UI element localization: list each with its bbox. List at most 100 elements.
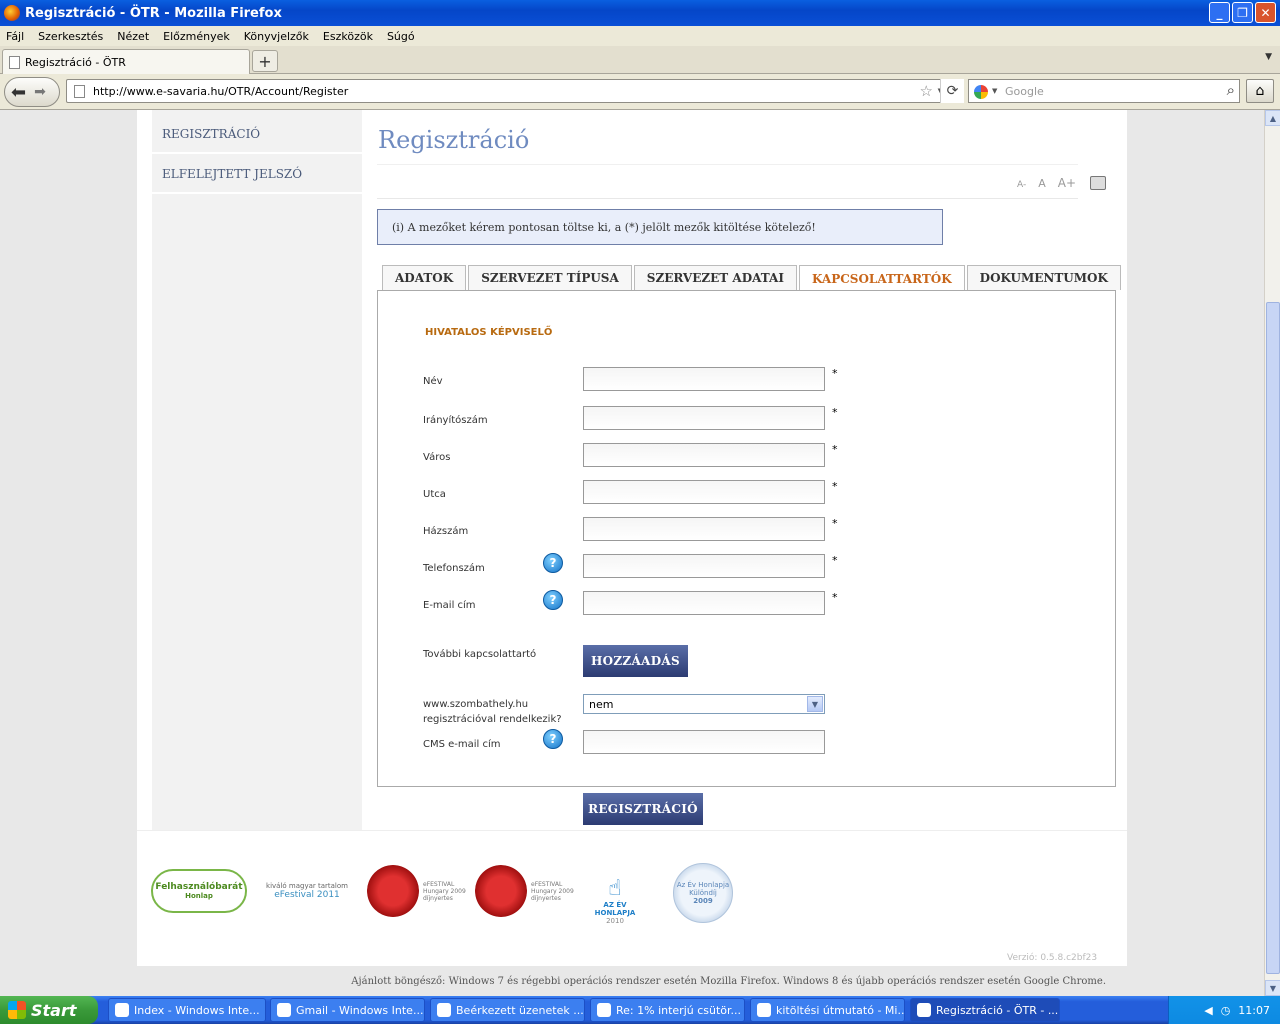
back-arrow-icon[interactable]: ⬅ [11, 82, 26, 103]
clock[interactable]: 11:07 [1238, 1004, 1270, 1017]
add-contact-button[interactable]: HOZZÁADÁS [583, 645, 688, 677]
menu-help[interactable]: Súgó [387, 30, 415, 43]
name-input[interactable] [583, 367, 825, 391]
scroll-down-icon[interactable]: ▼ [1265, 980, 1280, 996]
clock-icon[interactable]: ◷ [1221, 1004, 1231, 1017]
vertical-scrollbar[interactable]: ▲ ▼ [1264, 110, 1280, 996]
felhasznalobarat-text: Felhasználóbarát [155, 882, 243, 892]
url-text: http://www.e-savaria.hu/OTR/Account/Regi… [93, 84, 349, 98]
efestival-2009-seal-1[interactable] [367, 865, 419, 917]
hand-icon: ☝ [608, 876, 622, 901]
word-icon [757, 1003, 771, 1017]
page-icon [9, 55, 20, 69]
menu-view[interactable]: Nézet [117, 30, 149, 43]
bookmark-star-icon[interactable]: ☆ [920, 82, 933, 100]
search-input[interactable]: ▼ Google ⌕ [968, 79, 1240, 103]
szombathely-select[interactable]: nem ▼ [583, 694, 825, 714]
efestival-h3: díjnyertes [531, 894, 561, 902]
menu-edit[interactable]: Szerkesztés [38, 30, 103, 43]
city-input[interactable] [583, 443, 825, 467]
tab-szervezet-adatai[interactable]: SZERVEZET ADATAI [633, 265, 797, 290]
system-tray: ◀ ◷ 11:07 [1168, 996, 1280, 1024]
zip-label: Irányítószám [423, 415, 488, 426]
home-icon[interactable]: ⌂ [1246, 79, 1274, 103]
site-identity-icon[interactable] [74, 85, 85, 98]
task-inbox[interactable]: Beérkezett üzenetek ... [430, 998, 585, 1022]
phone-input[interactable] [583, 554, 825, 578]
required-mark: * [832, 443, 838, 456]
task-word-doc[interactable]: kitöltési útmutató - Mi... [750, 998, 905, 1022]
window-titlebar[interactable]: Regisztráció - ÖTR - Mozilla Firefox _ ❐… [0, 0, 1280, 26]
house-number-input[interactable] [583, 517, 825, 541]
phone-help-icon[interactable]: ? [543, 553, 563, 573]
url-bar[interactable]: http://www.e-savaria.hu/OTR/Account/Regi… [66, 79, 964, 103]
ie-icon [277, 1003, 291, 1017]
name-label: Név [423, 376, 443, 387]
scroll-thumb[interactable] [1266, 302, 1280, 974]
tab-szervezet-tipusa[interactable]: SZERVEZET TÍPUSA [468, 265, 632, 290]
sidebar-item-forgotten-password[interactable]: ELFELEJTETT JELSZÓ [152, 156, 362, 194]
email-help-icon[interactable]: ? [543, 590, 563, 610]
menu-tools[interactable]: Eszközök [323, 30, 373, 43]
tab-kapcsolattartok[interactable]: KAPCSOLATTARTÓK [798, 265, 965, 291]
contact-form: HIVATALOS KÉPVISELŐ Név * Irányítószám *… [377, 290, 1116, 787]
google-icon[interactable] [974, 85, 988, 99]
menu-history[interactable]: Előzmények [163, 30, 230, 43]
reload-icon[interactable]: ⟳ [940, 79, 964, 103]
task-re-interview[interactable]: Re: 1% interjú csütör... [590, 998, 745, 1022]
menu-bookmarks[interactable]: Könyvjelzők [244, 30, 309, 43]
firefox-icon [4, 5, 20, 21]
search-engine-dropdown-icon[interactable]: ▼ [992, 87, 997, 95]
scroll-up-icon[interactable]: ▲ [1265, 110, 1280, 126]
search-icon[interactable]: ⌕ [1227, 81, 1235, 99]
font-increase-button[interactable]: A+ [1058, 176, 1076, 190]
ev-honlapja-2009-logo[interactable]: Az Év Honlapja Különdíj 2009 [673, 863, 733, 923]
task-index-ie[interactable]: Index - Windows Inte... [108, 998, 266, 1022]
street-label: Utca [423, 489, 446, 500]
navigation-bar: ⬅ ➡ http://www.e-savaria.hu/OTR/Account/… [0, 74, 1280, 110]
section-title: HIVATALOS KÉPVISELŐ [425, 327, 553, 338]
close-button[interactable]: ✕ [1255, 2, 1276, 23]
efestival-2011-logo[interactable]: kiváló magyar tartalom eFestival 2011 [259, 871, 355, 911]
tray-arrow-icon[interactable]: ◀ [1204, 1004, 1212, 1017]
print-icon[interactable] [1090, 176, 1106, 190]
task-gmail-ie[interactable]: Gmail - Windows Inte... [270, 998, 425, 1022]
szombathely-label-2: regisztrációval rendelkezik? [423, 714, 562, 725]
task-firefox-active[interactable]: Regisztráció - ÖTR - ... [910, 998, 1060, 1022]
required-mark: * [832, 406, 838, 419]
tab-list-icon[interactable]: ▼ [1265, 52, 1272, 62]
szombathely-select-value: nem [589, 697, 614, 711]
back-forward-buttons[interactable]: ⬅ ➡ [4, 77, 60, 107]
efestival-h1: eFESTIVAL [423, 880, 455, 888]
efestival-2009-seal-2[interactable] [475, 865, 527, 917]
cms-email-input[interactable] [583, 730, 825, 754]
zip-input[interactable] [583, 406, 825, 430]
efestival-h2: Hungary 2009 [423, 887, 466, 895]
forward-arrow-icon[interactable]: ➡ [34, 84, 46, 100]
efestival-2011-text-1: kiváló magyar tartalom [266, 882, 348, 890]
form-tabs: ADATOK SZERVEZET TÍPUSA SZERVEZET ADATAI… [382, 265, 1121, 291]
new-tab-button[interactable]: + [252, 50, 278, 72]
tab-dokumentumok[interactable]: DOKUMENTUMOK [966, 265, 1121, 290]
maximize-button[interactable]: ❐ [1232, 2, 1253, 23]
chevron-down-icon[interactable]: ▼ [807, 696, 823, 712]
minimize-button[interactable]: _ [1209, 2, 1230, 23]
menu-file[interactable]: Fájl [6, 30, 24, 43]
tab-adatok[interactable]: ADATOK [382, 265, 467, 290]
felhasznalobarat-sub-text: Honlap [185, 892, 213, 900]
page-title: Regisztráció [378, 126, 530, 154]
sidebar-item-registration[interactable]: REGISZTRÁCIÓ [152, 116, 362, 154]
browser-tab[interactable]: Regisztráció - ÖTR [2, 49, 250, 74]
start-button[interactable]: Start [0, 996, 98, 1024]
task-label: Beérkezett üzenetek ... [456, 1003, 584, 1017]
register-button[interactable]: REGISZTRÁCIÓ [583, 793, 703, 825]
house-number-label: Házszám [423, 526, 469, 537]
cms-email-help-icon[interactable]: ? [543, 729, 563, 749]
email-input[interactable] [583, 591, 825, 615]
ev-honlapja-2010-logo[interactable]: ☝ AZ ÉV HONLAPJA 2010 [585, 861, 645, 925]
felhasznalobarat-logo[interactable]: Felhasználóbarát Honlap [151, 869, 247, 913]
page-viewport: REGISZTRÁCIÓ ELFELEJTETT JELSZÓ Regisztr… [0, 110, 1264, 996]
font-normal-button[interactable]: A [1038, 177, 1046, 190]
street-input[interactable] [583, 480, 825, 504]
font-decrease-button[interactable]: A- [1017, 180, 1026, 190]
